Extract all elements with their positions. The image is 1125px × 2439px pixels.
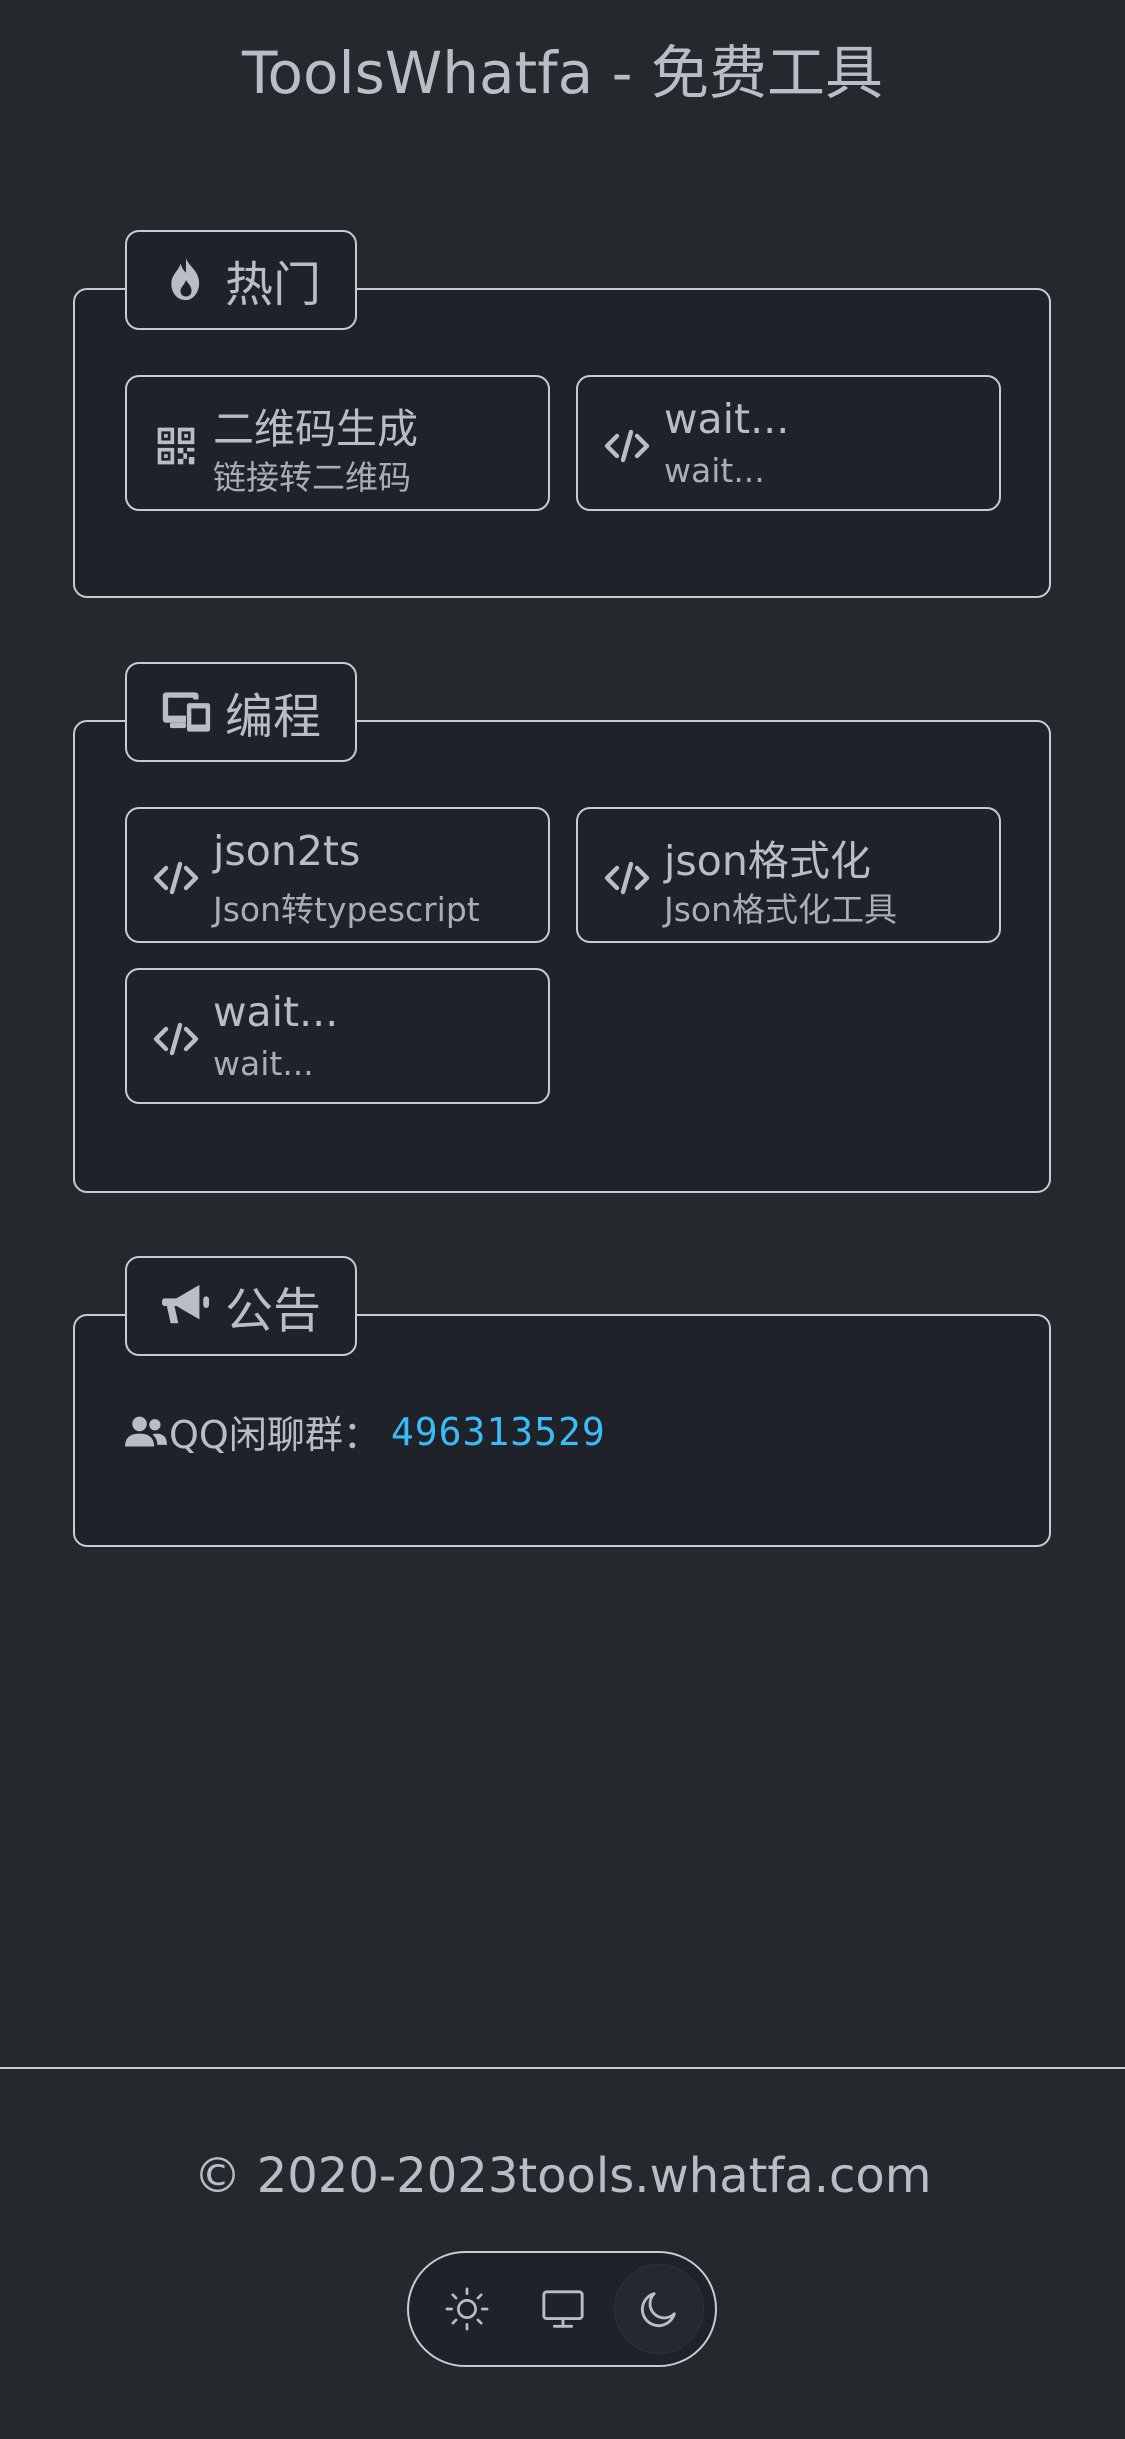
page-title: ToolsWhatfa - 免费工具 — [241, 39, 884, 107]
section-hot: 热门 二维码生成 链接转二维码 wait... wait... — [73, 230, 1051, 598]
tool-card-subtitle: Json转typescript — [213, 890, 480, 929]
theme-switcher — [407, 2251, 717, 2367]
tool-card-title: json格式化 — [664, 837, 871, 885]
tool-card-title: wait... — [213, 988, 339, 1036]
fire-icon — [161, 255, 211, 305]
section-programming: 编程 json2ts Json转typescript json格式化 Json格… — [73, 662, 1051, 1193]
tool-card-subtitle: 链接转二维码 — [213, 458, 411, 497]
qq-group-label: QQ闲聊群： — [169, 1413, 381, 1457]
moon-icon — [641, 2292, 676, 2327]
devices-icon — [161, 687, 211, 737]
section-notice-label: 公告 — [224, 1283, 321, 1339]
tool-card-qrcode[interactable]: 二维码生成 链接转二维码 — [125, 375, 550, 511]
tool-card-json2ts[interactable]: json2ts Json转typescript — [125, 807, 550, 943]
users-icon — [125, 1412, 169, 1452]
sun-icon — [445, 2287, 489, 2331]
code-icon — [151, 1014, 201, 1064]
qq-group-notice: QQ闲聊群： 496313529 — [125, 1404, 606, 1459]
footer-divider — [0, 2067, 1125, 2069]
megaphone-icon — [161, 1281, 211, 1331]
tool-card-wait[interactable]: wait... wait... — [125, 968, 550, 1104]
tool-card-title: 二维码生成 — [213, 405, 418, 453]
tool-card-title: json2ts — [213, 827, 361, 875]
copyright-text: © 2020-2023tools.whatfa.com — [193, 2148, 932, 2204]
qrcode-icon — [151, 421, 201, 471]
code-icon — [151, 853, 201, 903]
section-notice: 公告 QQ闲聊群： 496313529 — [73, 1256, 1051, 1547]
tool-card-wait[interactable]: wait... wait... — [576, 375, 1001, 511]
qq-group-number[interactable]: 496313529 — [391, 1410, 606, 1454]
section-hot-label: 热门 — [224, 257, 321, 313]
section-hot-legend: 热门 — [125, 230, 357, 330]
tool-card-title: wait... — [664, 395, 790, 443]
theme-light-button[interactable] — [423, 2265, 511, 2353]
theme-system-button[interactable] — [519, 2265, 607, 2353]
theme-dark-button[interactable] — [615, 2265, 703, 2353]
tool-card-subtitle: wait... — [664, 451, 765, 490]
tool-card-json-format[interactable]: json格式化 Json格式化工具 — [576, 807, 1001, 943]
tool-card-subtitle: wait... — [213, 1044, 314, 1083]
section-programming-legend: 编程 — [125, 662, 357, 762]
code-icon — [602, 853, 652, 903]
code-icon — [602, 421, 652, 471]
monitor-icon — [542, 2290, 584, 2328]
section-programming-label: 编程 — [224, 689, 321, 745]
tool-card-subtitle: Json格式化工具 — [664, 890, 898, 929]
section-notice-legend: 公告 — [125, 1256, 357, 1356]
